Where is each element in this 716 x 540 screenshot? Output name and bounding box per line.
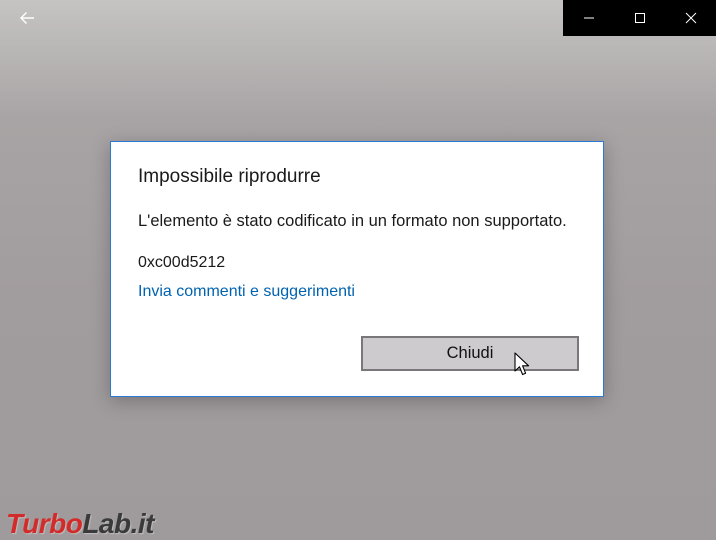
error-code: 0xc00d5212 bbox=[138, 254, 226, 271]
title-bar bbox=[0, 0, 716, 36]
back-arrow-icon bbox=[20, 12, 34, 24]
feedback-link[interactable]: Invia commenti e suggerimenti bbox=[138, 283, 355, 301]
minimize-button[interactable] bbox=[563, 0, 614, 36]
window-close-button[interactable] bbox=[665, 0, 716, 36]
watermark-part2: Lab.it bbox=[82, 508, 154, 539]
back-button[interactable] bbox=[8, 4, 46, 32]
watermark-part1: Turbo bbox=[6, 508, 83, 539]
dialog-message: L'elemento è stato codificato in un form… bbox=[138, 212, 567, 230]
close-dialog-button[interactable]: Chiudi bbox=[361, 336, 579, 371]
maximize-button[interactable] bbox=[614, 0, 665, 36]
dialog-title: Impossibile riprodurre bbox=[138, 166, 321, 187]
minimize-icon bbox=[583, 17, 594, 19]
watermark-logo: TurboLab.it bbox=[6, 508, 154, 540]
maximize-icon bbox=[634, 13, 645, 23]
close-icon bbox=[685, 12, 696, 24]
error-dialog: Impossibile riprodurre L'elemento è stat… bbox=[110, 141, 604, 397]
window-controls bbox=[563, 0, 716, 36]
app-window: Impossibile riprodurre L'elemento è stat… bbox=[0, 0, 716, 540]
